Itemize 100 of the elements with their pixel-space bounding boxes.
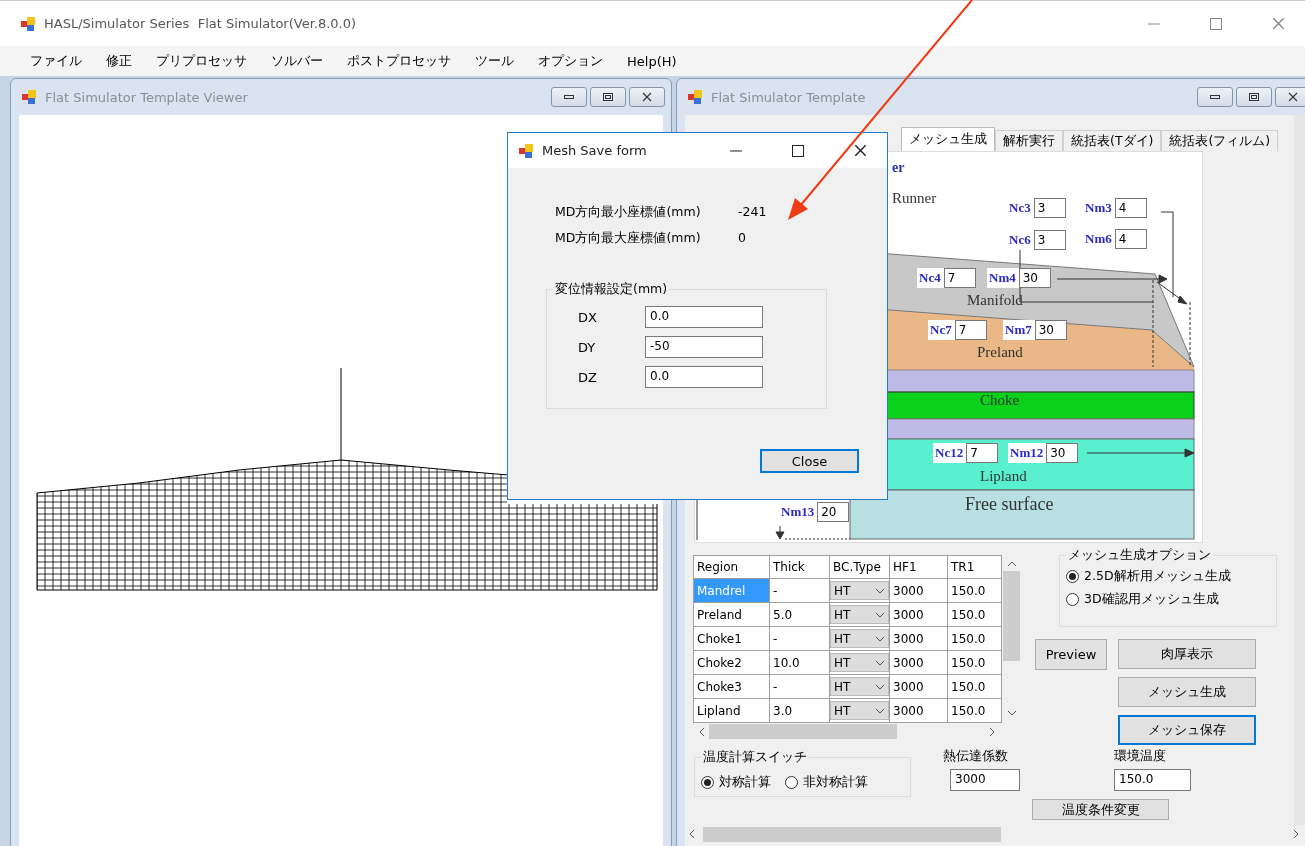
tab[interactable]: メッシュ生成 [901, 127, 995, 151]
parameter-label: Nm13 [781, 504, 815, 520]
action-button[interactable]: メッシュ保存 [1118, 715, 1256, 745]
parameter-label: Nm3 [1085, 200, 1112, 216]
table-cell: 3000 [889, 602, 948, 627]
close-dialog-button[interactable]: Close [760, 449, 859, 473]
input-field[interactable]: -50 [645, 336, 763, 358]
readout-value: -241 [738, 204, 767, 221]
column-header: Region [693, 555, 770, 579]
menu-item[interactable]: ツール [463, 48, 526, 74]
layer-label: Runner [892, 190, 937, 207]
parameter-field[interactable]: 20 [817, 502, 850, 522]
parameter-field[interactable]: 30 [1046, 443, 1079, 463]
menu-item[interactable]: プリプロセッサ [144, 48, 259, 74]
parameter-field[interactable]: 4 [1114, 198, 1147, 218]
layer-label: Lipland [980, 468, 1027, 485]
table-cell: 150.0 [947, 674, 1002, 699]
window-title: Flat Simulator Template [711, 89, 867, 105]
input-field[interactable]: 3000 [950, 769, 1020, 791]
table-cell[interactable]: Lipland [693, 698, 770, 723]
layer-label: Manifold [967, 292, 1023, 309]
table-cell: 10.0 [769, 650, 830, 675]
parameter-field[interactable]: 3 [1033, 198, 1066, 218]
menu-item[interactable]: ファイル [18, 48, 94, 74]
input-field[interactable]: 0.0 [645, 366, 763, 388]
layer-label: Preland [977, 344, 1023, 361]
window-title: HASL/Simulator Series Flat Simulator(Ver.8.0.0) [44, 16, 358, 31]
action-button[interactable]: 肉厚表示 [1118, 639, 1256, 669]
parameter-label: Nm7 [1005, 322, 1032, 338]
temperature-condition-button[interactable]: 温度条件変更 [1032, 799, 1169, 820]
action-button[interactable]: メッシュ生成 [1118, 677, 1256, 707]
tab[interactable]: 統括表(Tダイ) [1063, 130, 1162, 151]
parameter-label: Nc4 [919, 270, 941, 286]
column-header: TR1 [947, 555, 1002, 579]
layer-label: Free surface [965, 494, 1054, 515]
parameter-field[interactable]: 30 [1018, 268, 1051, 288]
input-field[interactable]: 0.0 [645, 306, 763, 328]
table-cell: 3000 [889, 698, 948, 723]
tab[interactable]: 解析実行 [995, 130, 1063, 151]
table-cell: - [769, 578, 830, 603]
menu-item[interactable]: ソルバー [259, 48, 335, 74]
parameter-label: Nc6 [1009, 232, 1031, 248]
parameter-label: Nm12 [1010, 445, 1044, 461]
type-dropdown[interactable]: HT [830, 701, 889, 720]
menu-item[interactable]: オプション [526, 48, 615, 74]
table-cell: 150.0 [947, 578, 1002, 603]
dialog-title: Mesh Save form [542, 143, 648, 158]
readout-value: 0 [738, 230, 746, 247]
parameter-label: Nc7 [930, 322, 952, 338]
group-title: 変位情報設定(mm) [553, 281, 670, 298]
window-title: Flat Simulator Template Viewer [45, 89, 249, 105]
parameter-field[interactable]: 7 [954, 320, 987, 340]
type-dropdown[interactable]: HT [830, 677, 889, 696]
menu-item[interactable]: ポストプロセッサ [335, 48, 463, 74]
table-cell: 3000 [889, 626, 948, 651]
field-label: 熱伝達係数 [943, 747, 1009, 765]
parameter-field[interactable]: 30 [1034, 320, 1067, 340]
radio-option[interactable]: 対称計算 [701, 773, 771, 791]
parameter-field[interactable]: 7 [943, 268, 976, 288]
input-field[interactable]: 150.0 [1114, 769, 1191, 791]
radio-option[interactable]: 2.5D解析用メッシュ生成 [1066, 568, 1270, 585]
table-cell[interactable]: Choke3 [693, 674, 770, 699]
radio-option[interactable]: 3D確認用メッシュ生成 [1066, 591, 1270, 608]
table-cell: 150.0 [947, 650, 1002, 675]
preview-button[interactable]: Preview [1035, 639, 1107, 670]
parameter-field[interactable]: 3 [1033, 230, 1066, 250]
type-dropdown[interactable]: HT [830, 653, 889, 672]
type-dropdown[interactable]: HT [830, 629, 889, 648]
table-cell: - [769, 674, 830, 699]
table-cell[interactable]: Preland [693, 602, 770, 627]
table-cell: 3000 [889, 650, 948, 675]
layer-label: Choke [980, 392, 1020, 409]
field-label: DY [578, 339, 597, 355]
parameter-field[interactable]: 7 [966, 443, 999, 463]
menu-item[interactable]: 修正 [94, 48, 144, 74]
field-label: DX [578, 309, 598, 325]
table-cell: 3000 [889, 578, 948, 603]
diagram-title: er [892, 160, 905, 176]
radio-option[interactable]: 非対称計算 [785, 773, 868, 791]
group-title: 温度計算スイッチ [701, 749, 809, 766]
type-dropdown[interactable]: HT [830, 605, 889, 624]
type-dropdown[interactable]: HT [830, 581, 889, 600]
group-title: メッシュ生成オプション [1066, 547, 1213, 564]
table-cell: 150.0 [947, 698, 1002, 723]
table-cell: 3000 [889, 674, 948, 699]
tab[interactable]: 統括表(フィルム) [1161, 130, 1279, 151]
parameter-field[interactable]: 4 [1114, 229, 1147, 249]
table-cell[interactable]: Choke2 [693, 650, 770, 675]
table-cell[interactable]: Choke1 [693, 626, 770, 651]
parameter-label: Nc3 [1009, 200, 1031, 216]
column-header: HF1 [889, 555, 948, 579]
parameter-label: Nm4 [989, 270, 1016, 286]
field-label: 環境温度 [1114, 747, 1167, 765]
table-cell: 150.0 [947, 626, 1002, 651]
table-cell: 150.0 [947, 602, 1002, 627]
parameter-label: Nm6 [1085, 231, 1112, 247]
table-cell: - [769, 626, 830, 651]
table-cell: 3.0 [769, 698, 830, 723]
menu-item[interactable]: Help(H) [615, 49, 689, 73]
table-cell: 5.0 [769, 602, 830, 627]
